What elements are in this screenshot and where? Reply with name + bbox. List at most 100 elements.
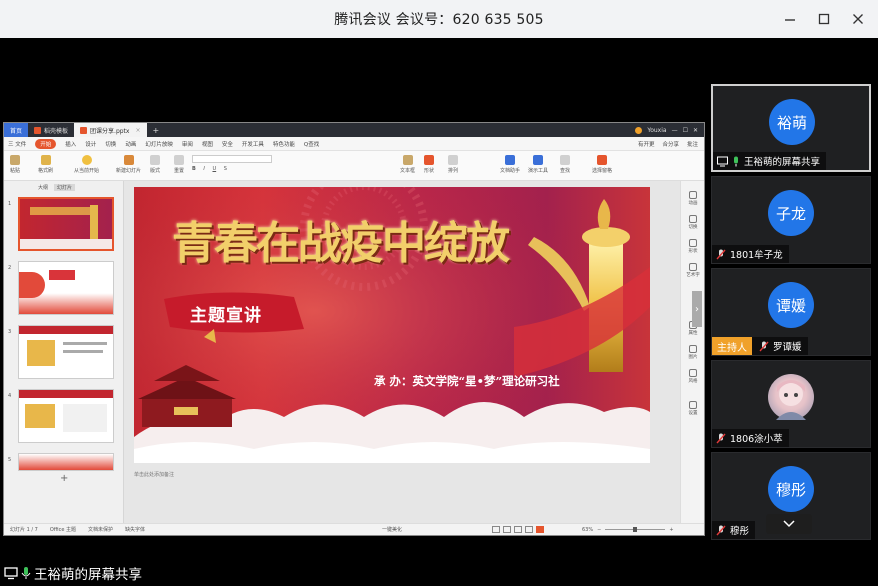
close-button[interactable] bbox=[846, 7, 870, 31]
font-format-buttons[interactable]: B I U S bbox=[192, 166, 272, 174]
wps-username: Youxia bbox=[647, 126, 667, 134]
tool-animation[interactable]: 动画 bbox=[684, 191, 702, 206]
tool-picture-label: 图片 bbox=[688, 355, 698, 360]
maximize-icon bbox=[818, 13, 830, 25]
thumbnail-slide-1[interactable] bbox=[18, 197, 114, 251]
participant-tile[interactable]: 裕萌 王裕萌的屏幕共享 bbox=[711, 84, 871, 172]
menu-features[interactable]: 特色功能 bbox=[273, 140, 295, 148]
thumbnail-slide-5[interactable] bbox=[18, 453, 114, 471]
minimize-button[interactable] bbox=[778, 7, 802, 31]
strike-icon[interactable]: S bbox=[224, 166, 227, 172]
zoom-slider-knob[interactable] bbox=[633, 527, 638, 532]
thumb-number: 2 bbox=[8, 265, 12, 271]
thumbnail-slide-2[interactable] bbox=[18, 261, 114, 315]
tool-picture[interactable]: 图片 bbox=[684, 345, 702, 360]
window-controls bbox=[778, 0, 870, 38]
tool-style[interactable]: 风格 bbox=[684, 369, 702, 384]
wps-minimize-icon[interactable]: — bbox=[672, 127, 678, 134]
participant-tile[interactable]: 谭媛 主持人 罗谭媛 bbox=[711, 268, 871, 356]
maximize-button[interactable] bbox=[812, 7, 836, 31]
bold-icon[interactable]: B bbox=[192, 166, 196, 172]
slides-tab[interactable]: 幻灯片 bbox=[54, 183, 76, 191]
menu-dev-tools[interactable]: 开发工具 bbox=[242, 140, 264, 148]
ribbon-select-pane[interactable]: 选择窗格 bbox=[592, 155, 612, 174]
ribbon-reset[interactable]: 重置 bbox=[174, 155, 184, 174]
participant-tile[interactable]: 1806涂小萃 bbox=[711, 360, 871, 448]
menu-file[interactable]: 三 文件 bbox=[8, 140, 26, 148]
tab-docer[interactable]: 稻壳模板 bbox=[28, 123, 74, 137]
status-beautify[interactable]: 一键美化 bbox=[382, 526, 402, 533]
menu-collab[interactable]: 有开更 bbox=[638, 140, 655, 148]
ribbon-select-pane-label: 选择窗格 bbox=[592, 168, 613, 174]
notes-placeholder[interactable]: 单击此处添加备注 bbox=[134, 471, 650, 481]
menu-review[interactable]: 审阅 bbox=[182, 140, 193, 148]
panel-collapse-button[interactable]: › bbox=[692, 291, 702, 327]
thumbnail-slide-4[interactable] bbox=[18, 389, 114, 443]
ribbon-layout[interactable]: 版式 bbox=[150, 155, 160, 174]
view-switcher bbox=[492, 526, 544, 533]
status-missing-font[interactable]: 缺失字体 bbox=[125, 526, 145, 533]
wps-close-icon[interactable]: ✕ bbox=[693, 127, 698, 134]
wps-user-area[interactable]: Youxia — ☐ ✕ bbox=[635, 126, 704, 134]
view-normal-icon[interactable] bbox=[492, 526, 500, 533]
font-name-select[interactable] bbox=[192, 155, 272, 163]
status-protect[interactable]: 文档未保护 bbox=[88, 526, 113, 533]
tool-settings[interactable]: 设置 bbox=[684, 401, 702, 416]
participant-name-bar: 1801牟子龙 bbox=[712, 245, 789, 263]
slideshow-play-icon[interactable] bbox=[536, 526, 544, 533]
tool-wordart[interactable]: 艺术字 bbox=[684, 263, 702, 278]
host-badge: 主持人 bbox=[712, 337, 752, 355]
thumbnail-slide-3[interactable] bbox=[18, 325, 114, 379]
ribbon-play-current[interactable]: 从当前开始 bbox=[74, 155, 99, 174]
view-sorter-icon[interactable] bbox=[503, 526, 511, 533]
menu-search[interactable]: Q查找 bbox=[304, 140, 319, 148]
thumb-red-shape bbox=[19, 272, 45, 298]
outline-tab[interactable]: 大纲 bbox=[38, 184, 48, 191]
italic-icon[interactable]: I bbox=[203, 166, 204, 172]
ribbon-new-slide[interactable]: 新建幻灯片 bbox=[116, 155, 141, 174]
menu-insert[interactable]: 插入 bbox=[65, 140, 76, 148]
tool-shape[interactable]: 形状 bbox=[684, 239, 702, 254]
ribbon-format-painter[interactable]: 格式刷 bbox=[38, 155, 53, 174]
menu-right-group: 有开更 合分享 批注 bbox=[638, 140, 704, 148]
view-notes-icon[interactable] bbox=[525, 526, 533, 533]
scroll-down-button[interactable] bbox=[766, 514, 812, 534]
ribbon-paste[interactable]: 粘贴 bbox=[10, 155, 20, 174]
ribbon-textbox[interactable]: 文本框 bbox=[400, 155, 415, 174]
wps-maximize-icon[interactable]: ☐ bbox=[683, 127, 688, 134]
menu-share[interactable]: 合分享 bbox=[662, 140, 679, 148]
close-tab-icon[interactable]: × bbox=[135, 127, 140, 134]
new-slide-icon bbox=[123, 155, 134, 165]
ribbon-find[interactable]: 查找 bbox=[560, 155, 570, 174]
participant-tile[interactable]: 子龙 1801牟子龙 bbox=[711, 176, 871, 264]
participant-name: 穆彤 bbox=[730, 526, 750, 537]
view-reading-icon[interactable] bbox=[514, 526, 522, 533]
menu-design[interactable]: 设计 bbox=[85, 140, 96, 148]
zoom-out-icon[interactable]: − bbox=[597, 527, 601, 533]
menu-transition[interactable]: 切换 bbox=[105, 140, 116, 148]
tab-home[interactable]: 首页 bbox=[4, 123, 29, 137]
menu-view[interactable]: 视图 bbox=[202, 140, 213, 148]
underline-icon[interactable]: U bbox=[212, 166, 216, 172]
ribbon-shape[interactable]: 形状 bbox=[424, 155, 434, 174]
menu-animation[interactable]: 动画 bbox=[125, 140, 136, 148]
tab-presentation[interactable]: 团课分享.pptx × bbox=[74, 123, 147, 137]
menu-start[interactable]: 开始 bbox=[35, 138, 57, 149]
menu-comment[interactable]: 批注 bbox=[687, 140, 698, 148]
textbox-icon bbox=[402, 155, 413, 165]
thumb-text-line bbox=[63, 342, 107, 345]
zoom-control: 63% − + bbox=[582, 527, 674, 533]
zoom-in-icon[interactable]: + bbox=[669, 527, 673, 533]
new-tab-button[interactable]: + bbox=[147, 123, 166, 137]
zoom-slider[interactable] bbox=[605, 527, 666, 532]
tool-transition[interactable]: 切换 bbox=[684, 215, 702, 230]
menu-security[interactable]: 安全 bbox=[222, 140, 233, 148]
mic-muted-icon bbox=[716, 433, 726, 443]
ribbon-present-tools[interactable]: 演示工具 bbox=[528, 155, 548, 174]
ribbon-doc-helper[interactable]: 文档助手 bbox=[500, 155, 520, 174]
minimize-icon bbox=[785, 19, 795, 21]
ribbon-arrange[interactable]: 排列 bbox=[448, 155, 458, 174]
menu-slideshow[interactable]: 幻灯片放映 bbox=[145, 140, 173, 148]
add-slide-button[interactable]: + bbox=[60, 473, 68, 484]
current-slide[interactable]: 青春在战疫中绽放 主题宣讲 承 办：英文学院“星•梦”理论研习社 bbox=[134, 187, 650, 463]
